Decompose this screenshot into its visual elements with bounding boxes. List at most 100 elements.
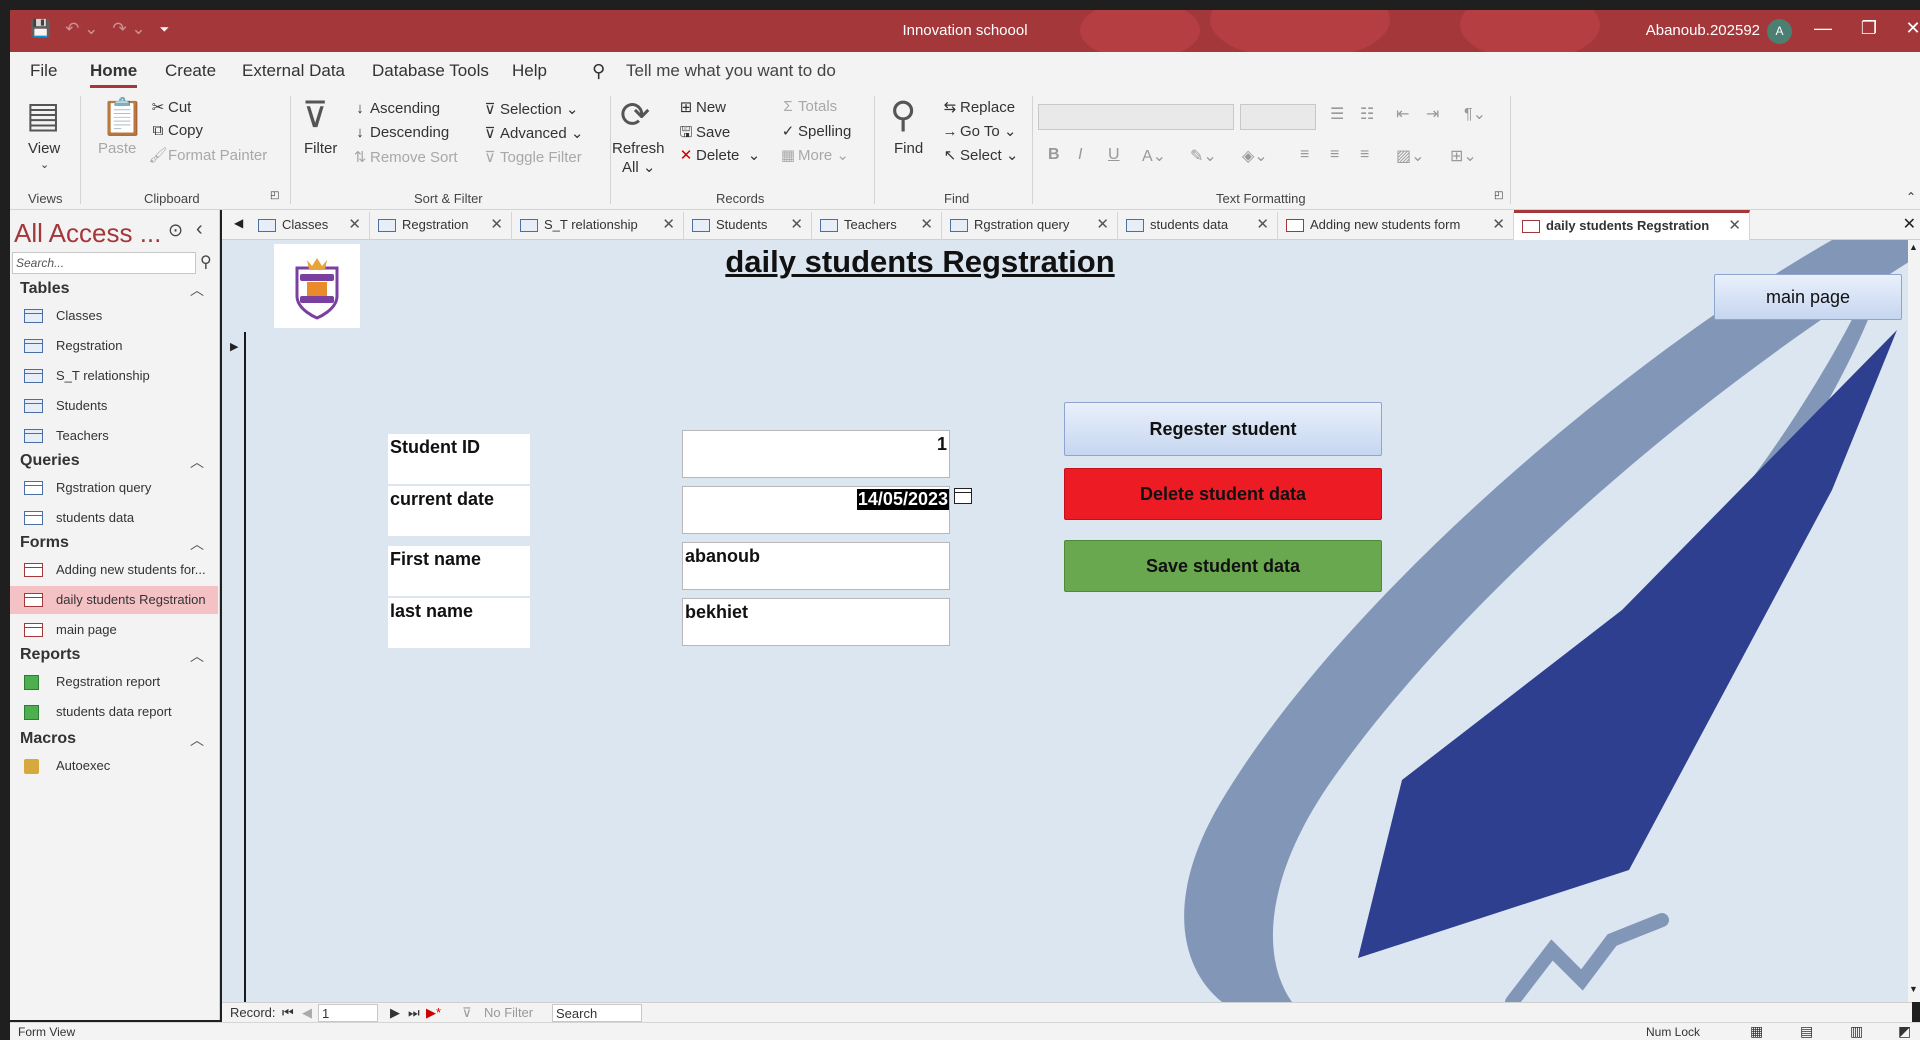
delete-button[interactable]: Delete [696, 147, 739, 164]
refresh-icon[interactable]: ⟳ [620, 94, 650, 136]
nav-section-macros[interactable]: Macros [20, 730, 76, 748]
tab-students[interactable]: Students ✕ [684, 212, 812, 240]
nav-item-regstration[interactable]: Regstration [10, 332, 218, 360]
previous-record-icon[interactable]: ◀ [302, 1005, 312, 1021]
nav-item-autoexec[interactable]: Autoexec [10, 752, 218, 780]
first-record-icon[interactable]: ⏮ [282, 1005, 294, 1021]
font-name-combo[interactable] [1038, 104, 1234, 130]
select-button[interactable]: Select [960, 147, 1002, 164]
current-date-field[interactable]: 14/05/2023 [682, 486, 950, 534]
align-center-icon[interactable]: ≡ [1330, 146, 1339, 164]
tab-scroll-left-icon[interactable]: ◀ [234, 216, 243, 230]
design-view-icon[interactable]: ◩ [1898, 1023, 1911, 1040]
save-record-button[interactable]: Save [696, 124, 730, 141]
nav-pane-title[interactable]: All Access ... [14, 218, 161, 249]
menu-help[interactable]: Help [512, 61, 547, 81]
highlight-icon[interactable]: ✎⌄ [1190, 146, 1217, 166]
find-button[interactable]: Find [894, 140, 923, 157]
conditional-format-icon[interactable]: ▨⌄ [1396, 146, 1425, 166]
nav-item-daily-students-regstration[interactable]: daily students Regstration [10, 586, 218, 614]
bold-icon[interactable]: B [1048, 146, 1060, 164]
nav-item-teachers[interactable]: Teachers [10, 422, 218, 450]
nav-section-reports[interactable]: Reports [20, 646, 80, 664]
tab-classes[interactable]: Classes ✕ [250, 212, 370, 240]
nav-section-queries[interactable]: Queries [20, 452, 80, 470]
tab-teachers[interactable]: Teachers ✕ [812, 212, 942, 240]
record-search-input[interactable]: Search [552, 1004, 642, 1022]
ascending-button[interactable]: Ascending [370, 100, 440, 117]
last-record-icon[interactable]: ⏭ [408, 1005, 420, 1021]
main-page-button[interactable]: main page [1714, 274, 1902, 320]
totals-button[interactable]: Totals [798, 98, 837, 115]
user-name[interactable]: Abanoub.202592 [1646, 22, 1760, 39]
datasheet-view-icon[interactable]: ▤ [1800, 1023, 1813, 1040]
increase-indent-icon[interactable]: ⇥ [1426, 104, 1439, 124]
replace-button[interactable]: Replace [960, 99, 1015, 116]
no-filter-toggle[interactable]: No Filter [484, 1005, 533, 1020]
dialog-launcher-icon[interactable]: ◰ [270, 190, 279, 201]
decrease-indent-icon[interactable]: ⇤ [1396, 104, 1409, 124]
paste-icon[interactable]: 📋 [100, 96, 145, 138]
close-icon[interactable]: ✕ [920, 212, 933, 238]
scroll-down-icon[interactable]: ▼ [1909, 984, 1918, 994]
close-all-icon[interactable]: ✕ [1903, 214, 1916, 234]
tab-regstration[interactable]: Regstration ✕ [370, 212, 512, 240]
new-button[interactable]: New [696, 99, 726, 116]
chevron-down-icon[interactable]: ⌄ [40, 158, 49, 171]
chevron-up-icon[interactable]: ︿ [190, 534, 204, 554]
filter-button[interactable]: Filter [304, 140, 337, 157]
descending-button[interactable]: Descending [370, 124, 449, 141]
shutter-bar-icon[interactable]: ‹ [196, 218, 203, 241]
menu-create[interactable]: Create [165, 61, 216, 81]
chevron-up-icon[interactable]: ︿ [190, 646, 204, 666]
close-icon[interactable]: ✕ [1256, 212, 1269, 238]
restore-icon[interactable]: ❐ [1846, 18, 1892, 39]
nav-item-rgstration-query[interactable]: Rgstration query [10, 474, 218, 502]
new-record-icon[interactable]: ▶* [426, 1005, 441, 1021]
close-icon[interactable]: ✕ [790, 212, 803, 238]
minimize-icon[interactable]: — [1800, 18, 1846, 39]
first-name-field[interactable]: abanoub [682, 542, 950, 590]
more-button[interactable]: More [798, 147, 832, 164]
numbering-icon[interactable]: ☷ [1360, 104, 1374, 124]
fill-color-icon[interactable]: ◈⌄ [1242, 146, 1268, 166]
nav-item-students[interactable]: Students [10, 392, 218, 420]
collapse-ribbon-icon[interactable]: ⌃ [1906, 190, 1916, 204]
dialog-launcher-icon[interactable]: ◰ [1494, 190, 1503, 201]
remove-sort-button[interactable]: Remove Sort [370, 149, 458, 166]
view-button[interactable]: View [28, 140, 60, 157]
chevron-up-icon[interactable]: ︿ [190, 452, 204, 472]
calendar-icon[interactable] [954, 488, 972, 504]
align-left-icon[interactable]: ≡ [1300, 146, 1309, 164]
tab-adding-new-students-form[interactable]: Adding new students form ✕ [1278, 212, 1514, 240]
nav-item-classes[interactable]: Classes [10, 302, 218, 330]
underline-icon[interactable]: U [1108, 146, 1120, 164]
paste-button[interactable]: Paste [98, 140, 136, 157]
close-icon[interactable]: ✕ [1728, 213, 1741, 239]
layout-view-icon[interactable]: ▥ [1850, 1023, 1863, 1040]
close-icon[interactable]: ✕ [662, 212, 675, 238]
nav-item-students-data[interactable]: students data [10, 504, 218, 532]
close-icon[interactable]: ✕ [348, 212, 361, 238]
selection-button[interactable]: Selection [500, 101, 562, 118]
align-right-icon[interactable]: ≡ [1360, 146, 1369, 164]
tab-students-data[interactable]: students data ✕ [1118, 212, 1278, 240]
save-student-button[interactable]: Save student data [1064, 540, 1382, 592]
spelling-button[interactable]: Spelling [798, 123, 851, 140]
nav-section-forms[interactable]: Forms [20, 534, 69, 552]
advanced-button[interactable]: Advanced [500, 125, 567, 142]
paragraph-icon[interactable]: ¶⌄ [1464, 104, 1486, 124]
tab-daily-students-regstration[interactable]: daily students Regstration ✕ [1514, 210, 1750, 241]
nav-item-st-relationship[interactable]: S_T relationship [10, 362, 218, 390]
chevron-up-icon[interactable]: ︿ [190, 280, 204, 300]
font-color-icon[interactable]: A⌄ [1142, 146, 1166, 166]
bullets-icon[interactable]: ☰ [1330, 104, 1344, 124]
tab-st-relationship[interactable]: S_T relationship ✕ [512, 212, 684, 240]
menu-home[interactable]: Home [90, 61, 138, 88]
avatar[interactable]: A [1767, 19, 1792, 44]
nav-item-main-page[interactable]: main page [10, 616, 218, 644]
toggle-filter-button[interactable]: Toggle Filter [500, 149, 582, 166]
close-icon[interactable]: ✕ [1096, 212, 1109, 238]
next-record-icon[interactable]: ▶ [390, 1005, 400, 1021]
vertical-scrollbar[interactable]: ▲ ▼ [1908, 240, 1920, 1002]
